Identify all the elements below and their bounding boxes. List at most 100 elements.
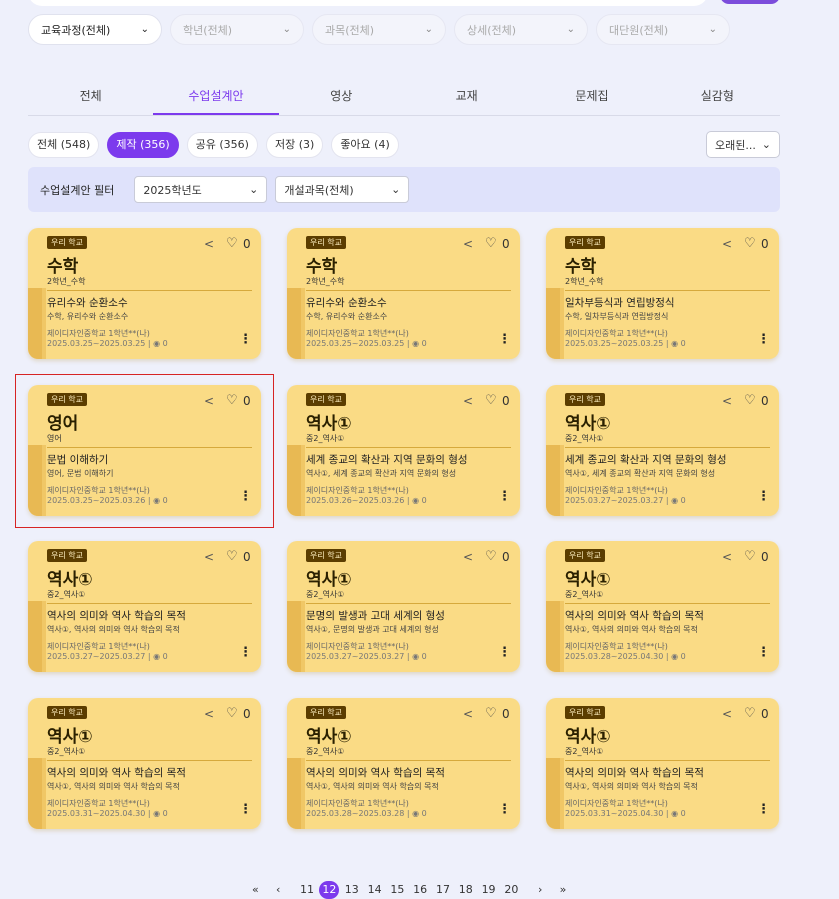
share-icon[interactable]: < — [722, 237, 732, 251]
lesson-plan-card[interactable]: 우리 학교 < ♡ 0 수학 2학년_수학 일차부등식과 연립방정식 수학, 일차부등식과 연… — [546, 228, 779, 359]
share-icon[interactable]: < — [722, 707, 732, 721]
card-subject: 역사① — [47, 727, 93, 747]
heart-icon[interactable]: ♡ — [744, 393, 756, 408]
more-options-icon[interactable]: ⋮ — [498, 332, 511, 347]
chip-liked[interactable]: 좋아요 (4) — [331, 132, 399, 158]
more-options-icon[interactable]: ⋮ — [757, 332, 770, 347]
more-options-icon[interactable]: ⋮ — [239, 332, 252, 347]
tab-video[interactable]: 영상 — [279, 80, 404, 115]
lesson-plan-card[interactable]: 우리 학교 < ♡ 0 역사① 중2_역사① 세계 종교의 확산과 지역 문화의 형성 역사①… — [287, 385, 520, 516]
tab-lesson-plan[interactable]: 수업설계안 — [153, 80, 279, 115]
card-meta: 2025.03.27~2025.03.27 | ◉ 0 — [306, 652, 427, 661]
share-icon[interactable]: < — [204, 550, 214, 564]
view-count: 0 — [421, 809, 427, 818]
filter-row: 교육과정(전체) ⌄ 학년(전체) ⌄ 과목(전체) ⌄ 상세(전체) ⌄ 대단원(전체… — [28, 14, 730, 45]
card-subject: 수학 — [47, 257, 79, 277]
share-icon[interactable]: < — [722, 550, 732, 564]
heart-icon[interactable]: ♡ — [744, 706, 756, 721]
subject-select[interactable]: 과목(전체) ⌄ — [312, 14, 446, 45]
page-18[interactable]: 18 — [454, 881, 477, 899]
chip-created[interactable]: 제작 (356) — [107, 132, 179, 158]
page-13[interactable]: 13 — [340, 881, 363, 899]
more-options-icon[interactable]: ⋮ — [757, 489, 770, 504]
page-20[interactable]: 20 — [500, 881, 523, 899]
search-button[interactable] — [720, 0, 780, 4]
course-select[interactable]: 개설과목(전체) ⌄ — [275, 176, 410, 203]
card-title: 일차부등식과 연립방정식 — [565, 297, 675, 309]
page-19[interactable]: 19 — [477, 881, 500, 899]
heart-icon[interactable]: ♡ — [485, 706, 497, 721]
chevron-down-icon: ⌄ — [708, 24, 717, 35]
more-options-icon[interactable]: ⋮ — [498, 489, 511, 504]
more-options-icon[interactable]: ⋮ — [757, 802, 770, 817]
curriculum-select[interactable]: 교육과정(전체) ⌄ — [28, 14, 162, 45]
page-14[interactable]: 14 — [363, 881, 386, 899]
grade-select[interactable]: 학년(전체) ⌄ — [170, 14, 304, 45]
school-badge: 우리 학교 — [306, 549, 346, 562]
lesson-plan-card[interactable]: 우리 학교 < ♡ 0 역사① 중2_역사① 역사의 의미와 역사 학습의 목적 역사①, 역… — [546, 541, 779, 672]
prev-page-button[interactable]: ‹ — [267, 881, 290, 899]
card-school: 제이디자인중학교 1학년**(나) — [565, 642, 668, 651]
first-page-button[interactable]: « — [244, 881, 267, 899]
lesson-plan-card[interactable]: 우리 학교 < ♡ 0 역사① 중2_역사① 문명의 발생과 고대 세계의 형성 역사①, 문… — [287, 541, 520, 672]
lesson-plan-card[interactable]: 우리 학교 < ♡ 0 역사① 중2_역사① 역사의 의미와 역사 학습의 목적 역사①, 역… — [287, 698, 520, 829]
lesson-plan-card[interactable]: 우리 학교 < ♡ 0 수학 2학년_수학 유리수와 순환소수 수학, 유리수와 순환소수 제이… — [287, 228, 520, 359]
tab-immersive[interactable]: 실감형 — [655, 80, 780, 115]
more-options-icon[interactable]: ⋮ — [498, 645, 511, 660]
card-dates: 2025.03.25~2025.03.25 — [306, 339, 405, 348]
more-options-icon[interactable]: ⋮ — [239, 802, 252, 817]
heart-icon[interactable]: ♡ — [485, 393, 497, 408]
view-count: 0 — [162, 652, 168, 661]
more-options-icon[interactable]: ⋮ — [757, 645, 770, 660]
year-select[interactable]: 2025학년도 ⌄ — [134, 176, 268, 203]
lesson-plan-card[interactable]: 우리 학교 < ♡ 0 수학 2학년_수학 유리수와 순환소수 수학, 유리수와 순환소수 제이… — [28, 228, 261, 359]
tab-workbook[interactable]: 문제집 — [529, 80, 654, 115]
heart-icon[interactable]: ♡ — [485, 549, 497, 564]
content-tabs: 전체 수업설계안 영상 교재 문제집 실감형 — [28, 80, 780, 116]
page-11[interactable]: 11 — [296, 881, 319, 899]
view-count: 0 — [680, 809, 686, 818]
heart-icon[interactable]: ♡ — [744, 236, 756, 251]
chip-all[interactable]: 전체 (548) — [28, 132, 100, 158]
lesson-plan-card[interactable]: 우리 학교 < ♡ 0 역사① 중2_역사① 역사의 의미와 역사 학습의 목적 역사①, 역… — [546, 698, 779, 829]
share-icon[interactable]: < — [204, 707, 214, 721]
sort-select[interactable]: 오래된... ⌄ — [706, 131, 780, 158]
chip-shared[interactable]: 공유 (356) — [186, 132, 258, 158]
card-meta: 2025.03.27~2025.03.27 | ◉ 0 — [47, 652, 168, 661]
heart-icon[interactable]: ♡ — [485, 236, 497, 251]
lesson-plan-card[interactable]: 우리 학교 < ♡ 0 역사① 중2_역사① 역사의 의미와 역사 학습의 목적 역사①, 역… — [28, 698, 261, 829]
tab-all[interactable]: 전체 — [28, 80, 153, 115]
page-17[interactable]: 17 — [432, 881, 455, 899]
lesson-plan-card[interactable]: 우리 학교 < ♡ 0 역사① 중2_역사① 역사의 의미와 역사 학습의 목적 역사①, 역… — [28, 541, 261, 672]
book-spine — [28, 288, 46, 359]
unit-select[interactable]: 대단원(전체) ⌄ — [596, 14, 730, 45]
card-dates: 2025.03.25~2025.03.25 — [47, 339, 146, 348]
share-icon[interactable]: < — [722, 394, 732, 408]
more-options-icon[interactable]: ⋮ — [239, 645, 252, 660]
page-15[interactable]: 15 — [386, 881, 409, 899]
tab-textbook[interactable]: 교재 — [404, 80, 529, 115]
search-bar[interactable] — [28, 0, 708, 6]
heart-icon[interactable]: ♡ — [744, 549, 756, 564]
heart-icon[interactable]: ♡ — [226, 706, 238, 721]
next-page-button[interactable]: › — [529, 881, 552, 899]
page-12-current[interactable]: 12 — [319, 881, 340, 899]
chip-saved[interactable]: 저장 (3) — [265, 132, 324, 158]
share-icon[interactable]: < — [463, 394, 473, 408]
share-icon[interactable]: < — [463, 550, 473, 564]
card-dates: 2025.03.27~2025.03.27 — [565, 496, 664, 505]
heart-icon[interactable]: ♡ — [226, 549, 238, 564]
eye-icon: ◉ — [671, 496, 679, 505]
last-page-button[interactable]: » — [552, 881, 575, 899]
share-icon[interactable]: < — [204, 237, 214, 251]
share-icon[interactable]: < — [463, 237, 473, 251]
heart-icon[interactable]: ♡ — [226, 236, 238, 251]
more-options-icon[interactable]: ⋮ — [498, 802, 511, 817]
detail-select[interactable]: 상세(전체) ⌄ — [454, 14, 588, 45]
card-title: 세계 종교의 확산과 지역 문화의 형성 — [565, 454, 727, 466]
eye-icon: ◉ — [412, 496, 420, 505]
lesson-plan-card[interactable]: 우리 학교 < ♡ 0 역사① 중2_역사① 세계 종교의 확산과 지역 문화의 형성 역사①… — [546, 385, 779, 516]
share-icon[interactable]: < — [463, 707, 473, 721]
like-count: 0 — [243, 550, 251, 564]
page-16[interactable]: 16 — [409, 881, 432, 899]
